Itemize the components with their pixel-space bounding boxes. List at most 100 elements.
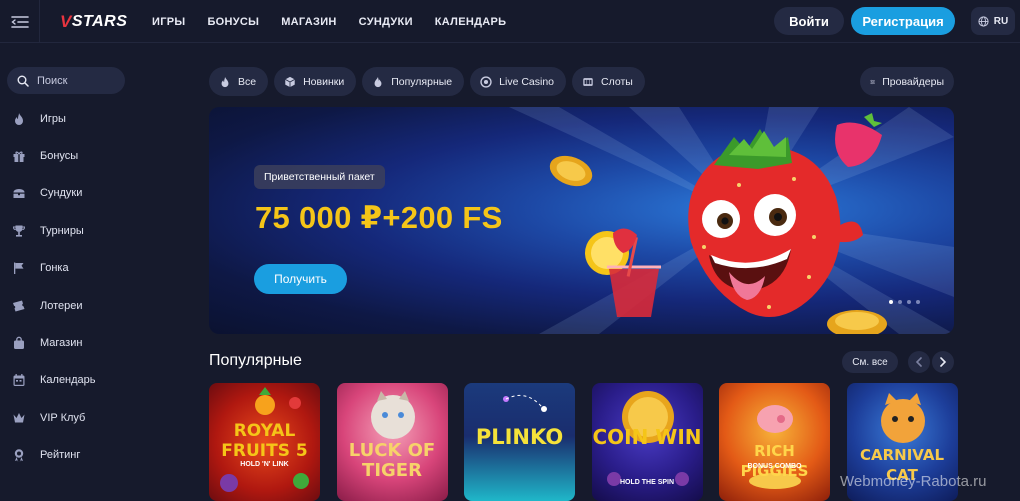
see-all-button[interactable]: См. все bbox=[842, 351, 898, 373]
filter-label: Слоты bbox=[601, 75, 633, 88]
globe-icon bbox=[978, 15, 989, 27]
game-title: PLINKO bbox=[475, 425, 564, 449]
sidebar-item-chests[interactable]: Сундуки bbox=[0, 175, 170, 212]
chevron-left-icon bbox=[915, 357, 922, 367]
sidebar-item-label: Календарь bbox=[40, 374, 96, 387]
game-title: COIN WIN bbox=[592, 425, 702, 449]
category-filters: Все Новинки Популярные Live Casino Слоты bbox=[209, 67, 645, 96]
carousel-dot[interactable] bbox=[916, 300, 920, 304]
language-selector[interactable]: RU bbox=[971, 7, 1015, 35]
bag-icon bbox=[14, 336, 24, 350]
trophy-icon bbox=[12, 225, 26, 237]
logo-text: STARS bbox=[71, 13, 128, 30]
sidebar-item-tournaments[interactable]: Турниры bbox=[0, 212, 170, 249]
filter-slots[interactable]: Слоты bbox=[572, 67, 645, 96]
sidebar-item-label: Магазин bbox=[40, 337, 83, 350]
claim-bonus-button[interactable]: Получить bbox=[254, 264, 347, 294]
filter-live-casino[interactable]: Live Casino bbox=[470, 67, 567, 96]
sidebar-item-label: Рейтинг bbox=[40, 449, 81, 462]
filter-new[interactable]: Новинки bbox=[274, 67, 357, 96]
nav-shop[interactable]: МАГАЗИН bbox=[281, 16, 336, 28]
carousel-dots bbox=[889, 300, 920, 304]
sliders-icon bbox=[870, 79, 875, 84]
search-icon bbox=[17, 75, 29, 87]
promo-headline: 75 000 ₽+200 FS bbox=[255, 200, 503, 235]
sidebar-item-shop[interactable]: Магазин bbox=[0, 324, 170, 361]
sidebar-item-race[interactable]: Гонка bbox=[0, 250, 170, 287]
search-box[interactable] bbox=[7, 67, 125, 94]
sidebar-item-games[interactable]: Игры bbox=[0, 100, 170, 137]
prev-arrow-button[interactable] bbox=[908, 351, 930, 373]
login-button[interactable]: Войти bbox=[774, 7, 844, 35]
nav-bonuses[interactable]: БОНУСЫ bbox=[207, 16, 259, 28]
filter-label: Live Casino bbox=[499, 75, 555, 88]
watermark: Webmoney-Rabota.ru bbox=[840, 473, 987, 490]
filter-all[interactable]: Все bbox=[209, 67, 269, 96]
providers-button[interactable]: Провайдеры bbox=[860, 67, 954, 96]
calendar-icon bbox=[13, 374, 25, 387]
sidebar-item-label: Турниры bbox=[40, 224, 84, 237]
sidebar-item-vip[interactable]: VIP Клуб bbox=[0, 399, 170, 436]
providers-label: Провайдеры bbox=[882, 75, 944, 88]
sidebar-item-lotteries[interactable]: Лотереи bbox=[0, 287, 170, 324]
carousel-dot[interactable] bbox=[907, 300, 911, 304]
sidebar: Игры Бонусы Сундуки Турниры Гонка Лотере… bbox=[0, 44, 170, 501]
game-card[interactable]: COIN WIN HOLD THE SPIN bbox=[591, 383, 703, 501]
promo-banner[interactable]: Приветственный пакет 75 000 ₽+200 FS Пол… bbox=[209, 107, 954, 334]
sidebar-item-label: VIP Клуб bbox=[40, 411, 86, 424]
nav-chests[interactable]: СУНДУКИ bbox=[359, 16, 413, 28]
game-subtitle: BONUS COMBO bbox=[747, 463, 802, 470]
filter-popular[interactable]: Популярные bbox=[362, 67, 465, 96]
filter-label: Новинки bbox=[303, 75, 345, 88]
filter-label: Все bbox=[238, 75, 257, 88]
main-nav: ИГРЫ БОНУСЫ МАГАЗИН СУНДУКИ КАЛЕНДАРЬ bbox=[152, 0, 506, 43]
menu-toggle-button[interactable] bbox=[0, 0, 40, 43]
game-card[interactable]: LUCK OF TIGER bbox=[336, 383, 448, 501]
cube-icon bbox=[285, 76, 296, 87]
chest-icon bbox=[13, 189, 25, 199]
sidebar-item-label: Бонусы bbox=[40, 150, 79, 163]
filter-label: Популярные bbox=[391, 75, 453, 88]
game-title: LUCK OF TIGER bbox=[348, 440, 436, 481]
sidebar-item-calendar[interactable]: Календарь bbox=[0, 362, 170, 399]
carousel-dot[interactable] bbox=[898, 300, 902, 304]
game-card[interactable]: PLINKO bbox=[464, 383, 575, 501]
sidebar-item-label: Игры bbox=[40, 112, 66, 125]
next-arrow-button[interactable] bbox=[932, 351, 954, 373]
sidebar-menu: Игры Бонусы Сундуки Турниры Гонка Лотере… bbox=[0, 100, 170, 474]
flag-icon bbox=[14, 262, 24, 275]
sidebar-item-rating[interactable]: Рейтинг bbox=[0, 437, 170, 474]
game-subtitle: HOLD 'N' LINK bbox=[240, 461, 289, 468]
rating-icon bbox=[14, 449, 24, 463]
ticket-icon bbox=[13, 300, 25, 312]
sidebar-item-label: Сундуки bbox=[40, 187, 83, 200]
game-subtitle: HOLD THE SPIN bbox=[619, 479, 675, 486]
carousel-dot[interactable] bbox=[889, 300, 893, 304]
sidebar-item-label: Лотереи bbox=[40, 299, 83, 312]
welcome-badge: Приветственный пакет bbox=[254, 165, 385, 189]
game-title: RICH PIGGIES bbox=[740, 442, 809, 480]
brand-logo[interactable]: V STARS bbox=[60, 12, 127, 32]
top-bar: V STARS ИГРЫ БОНУСЫ МАГАЗИН СУНДУКИ КАЛЕ… bbox=[0, 0, 1020, 43]
flame-icon bbox=[15, 112, 23, 125]
chevron-right-icon bbox=[940, 357, 947, 367]
gift-icon bbox=[13, 151, 25, 163]
slots-icon bbox=[583, 77, 593, 86]
register-button[interactable]: Регистрация bbox=[851, 7, 955, 35]
logo-mark: V bbox=[60, 12, 72, 31]
nav-calendar[interactable]: КАЛЕНДАРЬ bbox=[435, 16, 507, 28]
sidebar-item-label: Гонка bbox=[40, 262, 69, 275]
game-card[interactable]: RICH PIGGIES BONUS COMBO bbox=[719, 383, 830, 501]
search-input[interactable] bbox=[37, 74, 117, 87]
section-title-popular: Популярные bbox=[209, 352, 302, 369]
game-title: ROYAL FRUITS 5 bbox=[221, 421, 308, 461]
language-label: RU bbox=[993, 15, 1009, 27]
sidebar-item-bonuses[interactable]: Бонусы bbox=[0, 137, 170, 174]
chip-icon bbox=[480, 75, 492, 88]
menu-collapse-icon bbox=[10, 15, 29, 28]
crown-icon bbox=[13, 412, 25, 423]
flame-icon bbox=[221, 76, 229, 87]
game-card[interactable]: ROYAL FRUITS 5 HOLD 'N' LINK bbox=[209, 383, 320, 501]
fire-icon bbox=[374, 76, 382, 87]
nav-games[interactable]: ИГРЫ bbox=[152, 16, 185, 28]
